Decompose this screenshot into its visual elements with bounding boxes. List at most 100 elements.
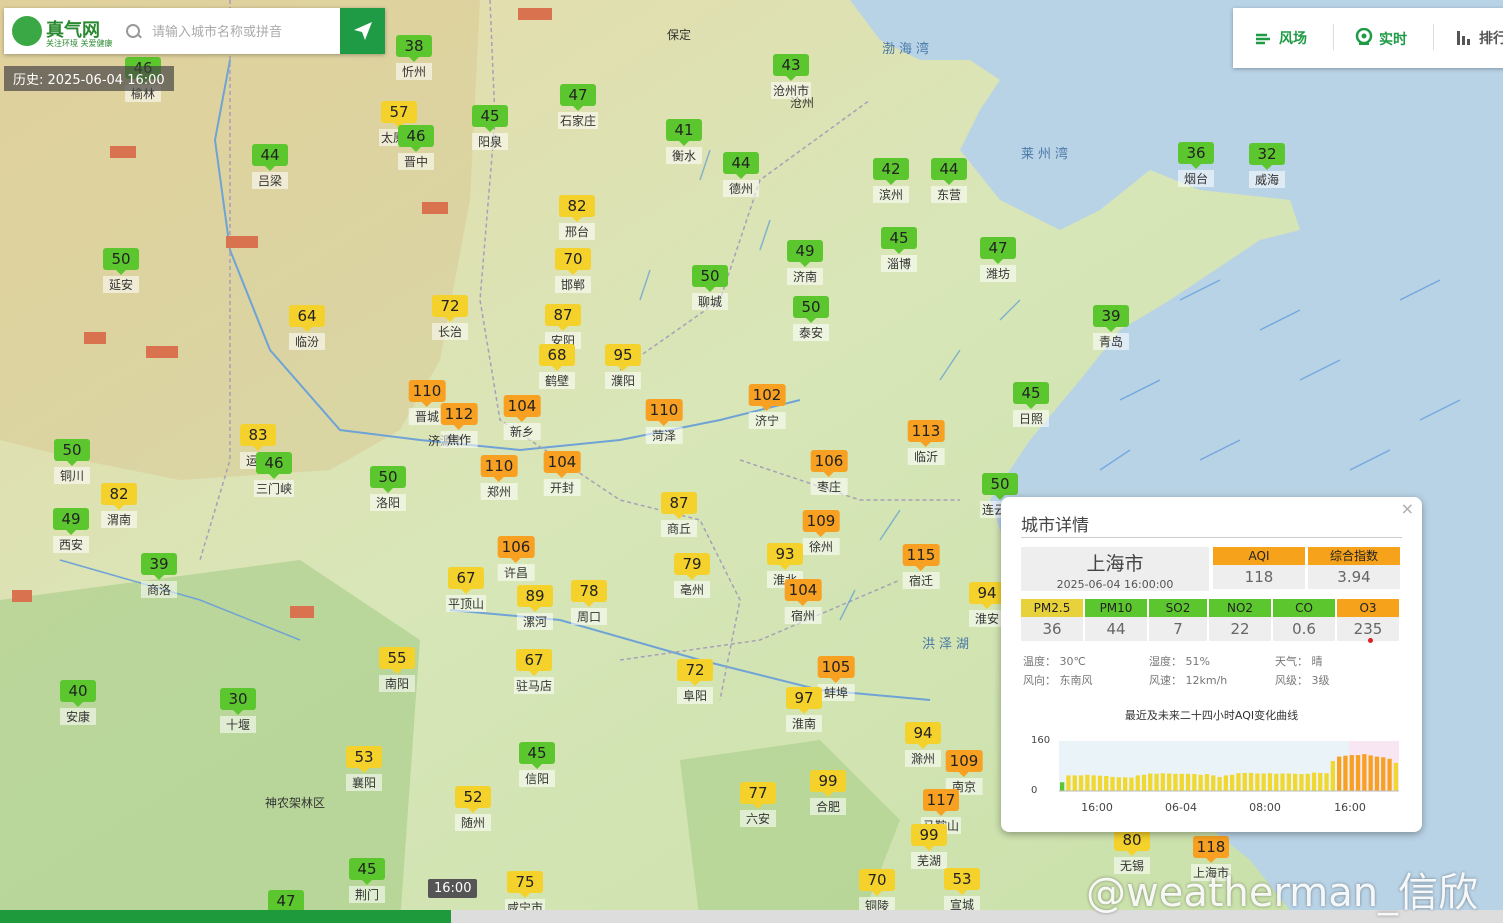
station-marker[interactable]: 102 济宁 <box>748 384 786 429</box>
station-marker[interactable]: 50 铜川 <box>54 439 90 484</box>
station-marker[interactable]: 99 合肥 <box>810 770 846 815</box>
station-marker[interactable]: 112 焦作 <box>440 403 478 448</box>
station-marker[interactable]: 53 襄阳 <box>346 746 382 791</box>
weather-value: 东南风 <box>1059 674 1093 687</box>
station-marker[interactable]: 43 沧州市 <box>770 54 812 99</box>
station-marker[interactable]: 87 商丘 <box>661 492 697 537</box>
station-marker[interactable]: 53 宣城 <box>944 868 980 913</box>
station-marker[interactable]: 106 枣庄 <box>810 450 848 495</box>
wind-icon <box>1255 31 1273 45</box>
station-marker[interactable]: 45 日照 <box>1013 382 1049 427</box>
station-marker[interactable]: 95 濮阳 <box>605 344 641 389</box>
station-marker[interactable]: 110 菏泽 <box>645 399 683 444</box>
chart-plot-area <box>1059 741 1399 791</box>
station-marker[interactable]: 99 芜湖 <box>911 824 947 869</box>
station-marker[interactable]: 70 邯郸 <box>555 248 591 293</box>
station-marker[interactable]: 44 德州 <box>723 152 759 197</box>
station-marker[interactable]: 45 荆门 <box>349 858 385 903</box>
station-marker[interactable]: 32 威海 <box>1249 143 1285 188</box>
station-marker[interactable]: 50 洛阳 <box>370 466 406 511</box>
station-marker[interactable]: 30 十堰 <box>220 688 256 733</box>
station-marker[interactable]: 47 潍坊 <box>980 237 1016 282</box>
station-marker[interactable]: 110 郑州 <box>480 455 518 500</box>
station-marker[interactable]: 77 六安 <box>740 782 776 827</box>
station-marker[interactable]: 94 淮安 <box>969 582 1005 627</box>
station-marker[interactable]: 49 西安 <box>53 508 89 553</box>
pollutant-label: O3 <box>1337 599 1399 617</box>
station-marker[interactable]: 113 临沂 <box>907 420 945 465</box>
station-marker[interactable]: 68 鹤壁 <box>539 344 575 389</box>
station-marker[interactable]: 46 晋中 <box>398 125 434 170</box>
weather-value: 3级 <box>1311 674 1330 687</box>
station-aqi-value: 50 <box>54 439 90 466</box>
station-marker[interactable]: 39 商洛 <box>141 553 177 598</box>
station-aqi-value: 39 <box>1093 305 1129 332</box>
station-aqi-value: 95 <box>605 344 641 371</box>
realtime-button[interactable]: 实时 <box>1355 27 1407 49</box>
station-marker[interactable]: 70 铜陵 <box>859 869 895 914</box>
station-marker[interactable]: 38 忻州 <box>396 35 432 80</box>
station-marker[interactable]: 67 平顶山 <box>445 567 487 612</box>
station-marker[interactable]: 78 周口 <box>571 580 607 625</box>
station-aqi-value: 47 <box>980 237 1016 264</box>
station-marker[interactable]: 109 徐州 <box>802 510 840 555</box>
station-marker[interactable]: 82 渭南 <box>101 483 137 528</box>
station-marker[interactable]: 50 延安 <box>103 248 139 293</box>
station-marker[interactable]: 55 南阳 <box>379 647 415 692</box>
station-marker[interactable]: 94 滁州 <box>905 722 941 767</box>
station-marker[interactable]: 46 三门峡 <box>253 452 295 497</box>
station-marker[interactable]: 67 驻马店 <box>513 649 555 694</box>
station-marker[interactable]: 104 宿州 <box>784 579 822 624</box>
station-marker[interactable]: 72 阜阳 <box>677 659 713 704</box>
station-name: 滁州 <box>905 750 941 767</box>
station-marker[interactable]: 82 邢台 <box>559 195 595 240</box>
station-marker[interactable]: 45 阳泉 <box>472 105 508 150</box>
station-marker[interactable]: 87 安阳 <box>545 304 581 349</box>
station-marker[interactable]: 72 长治 <box>432 295 468 340</box>
ranking-button[interactable]: 排行 <box>1455 28 1503 48</box>
station-aqi-value: 70 <box>859 869 895 896</box>
station-marker[interactable]: 45 淄博 <box>881 227 917 272</box>
station-marker[interactable]: 97 淮南 <box>786 687 822 732</box>
station-marker[interactable]: 36 烟台 <box>1178 142 1214 187</box>
station-aqi-value: 94 <box>969 582 1005 609</box>
station-marker[interactable]: 50 泰安 <box>793 296 829 341</box>
station-marker[interactable]: 106 许昌 <box>497 536 535 581</box>
aqi-label: AQI <box>1213 547 1305 565</box>
station-marker[interactable]: 42 滨州 <box>873 158 909 203</box>
station-marker[interactable]: 115 宿迁 <box>902 544 940 589</box>
station-marker[interactable]: 104 新乡 <box>503 395 541 440</box>
station-marker[interactable]: 104 开封 <box>543 451 581 496</box>
station-name: 日照 <box>1013 410 1049 427</box>
station-marker[interactable]: 44 东营 <box>931 158 967 203</box>
chart-bar <box>1154 773 1159 791</box>
close-icon[interactable]: × <box>1401 499 1414 518</box>
wind-field-button[interactable]: 风场 <box>1255 28 1307 48</box>
station-aqi-value: 104 <box>503 395 541 422</box>
search-input[interactable] <box>150 20 344 44</box>
station-name: 合肥 <box>810 798 846 815</box>
station-marker[interactable]: 45 信阳 <box>519 742 555 787</box>
station-aqi-value: 72 <box>677 659 713 686</box>
station-marker[interactable]: 64 临汾 <box>289 305 325 350</box>
pollutant-box: PM2.5 36 <box>1021 599 1083 641</box>
station-marker[interactable]: 50 聊城 <box>692 265 728 310</box>
station-marker[interactable]: 47 石家庄 <box>557 84 599 129</box>
station-marker[interactable]: 41 衡水 <box>666 119 702 164</box>
search-button[interactable] <box>340 8 385 54</box>
station-marker[interactable]: 40 安康 <box>60 680 96 725</box>
station-name: 芜湖 <box>911 852 947 869</box>
station-marker[interactable]: 79 亳州 <box>674 553 710 598</box>
pollutant-value: 22 <box>1209 617 1271 641</box>
station-marker[interactable]: 105 蚌埠 <box>817 656 855 701</box>
alert-dot <box>1368 638 1373 643</box>
chart-bar <box>1060 782 1065 792</box>
station-marker[interactable]: 89 漯河 <box>517 585 553 630</box>
station-marker[interactable]: 49 济南 <box>787 240 823 285</box>
station-name: 滨州 <box>873 186 909 203</box>
station-marker[interactable]: 39 青岛 <box>1093 305 1129 350</box>
station-marker[interactable]: 44 吕梁 <box>252 144 288 189</box>
station-aqi-value: 44 <box>931 158 967 185</box>
station-marker[interactable]: 52 随州 <box>455 786 491 831</box>
logo[interactable]: 真气网 关注环境 关爱健康 <box>12 14 122 48</box>
